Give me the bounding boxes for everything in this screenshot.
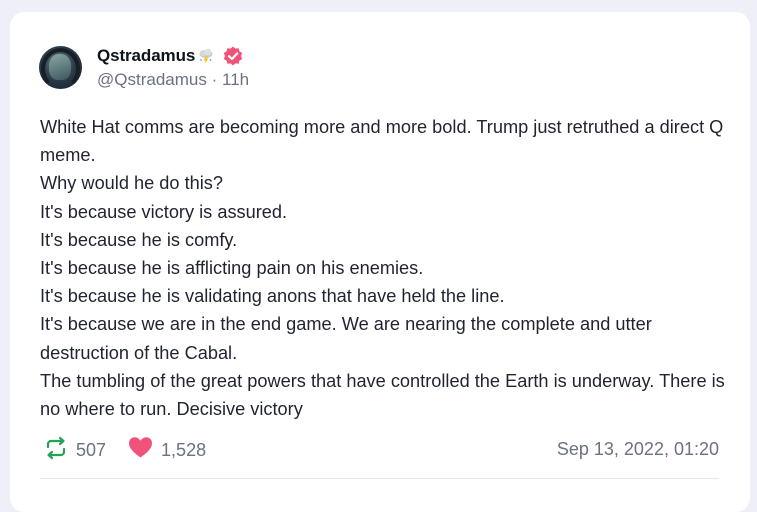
author-name-row: Qstradamus bbox=[97, 45, 244, 67]
repost-button[interactable]: 507 bbox=[44, 436, 106, 465]
post-line: It's because he is validating anons that… bbox=[40, 286, 505, 307]
divider bbox=[40, 478, 719, 479]
avatar-hood bbox=[41, 48, 80, 89]
author-handle[interactable]: @Qstradamus bbox=[97, 70, 207, 89]
like-count: 1,528 bbox=[161, 439, 207, 460]
like-button[interactable]: 1,528 bbox=[128, 436, 206, 464]
repost-count: 507 bbox=[76, 439, 107, 460]
post-line: It's because we are in the end game. We … bbox=[40, 314, 652, 363]
heart-icon bbox=[128, 436, 153, 464]
avatar[interactable] bbox=[39, 46, 82, 89]
repost-icon bbox=[44, 436, 68, 465]
post-line: White Hat comms are becoming more and mo… bbox=[40, 117, 724, 166]
post-line: It's because he is comfy. bbox=[40, 229, 238, 250]
cloud-lightning-icon bbox=[196, 46, 216, 66]
post-actions: 507 1,528 bbox=[44, 436, 228, 464]
verified-badge-icon bbox=[222, 45, 244, 67]
post-card: Qstradamus @Qstradamus · 11h White Hat c… bbox=[10, 12, 750, 512]
post-age[interactable]: 11h bbox=[222, 70, 249, 89]
author-display-name[interactable]: Qstradamus bbox=[97, 46, 195, 66]
meta-separator: · bbox=[211, 70, 218, 89]
post-line: Why would he do this? bbox=[40, 173, 223, 194]
post-line: It's because he is afflicting pain on hi… bbox=[40, 258, 424, 279]
post-body: White Hat comms are becoming more and mo… bbox=[40, 113, 740, 423]
post-line: It's because victory is assured. bbox=[40, 201, 288, 222]
author-meta: @Qstradamus · 11h bbox=[97, 70, 249, 90]
post-line: The tumbling of the great powers that ha… bbox=[40, 370, 725, 420]
post-timestamp[interactable]: Sep 13, 2022, 01:20 bbox=[557, 439, 719, 460]
